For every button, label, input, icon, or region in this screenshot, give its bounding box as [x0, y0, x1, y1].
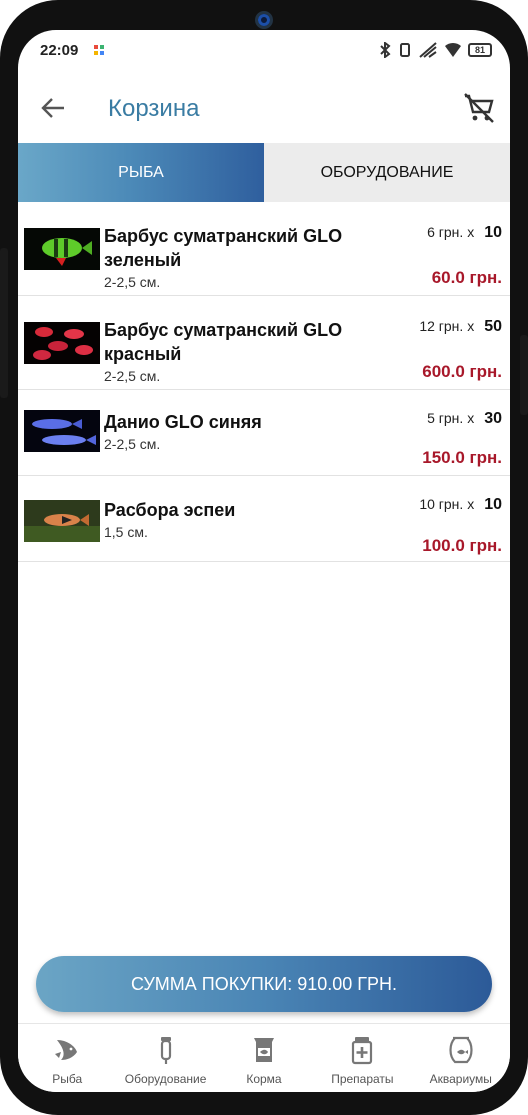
food-icon — [253, 1038, 274, 1062]
item-quantity[interactable]: 10 — [484, 224, 502, 242]
item-quantity[interactable]: 50 — [484, 318, 502, 336]
item-size: 2-2,5 см. — [104, 436, 161, 452]
category-tabs: РЫБА ОБОРУДОВАНИЕ — [18, 143, 510, 202]
equipment-icon — [160, 1037, 171, 1064]
app-bar: Корзина — [18, 75, 510, 143]
status-time: 22:09 — [40, 42, 79, 59]
phone-side-button — [0, 248, 8, 398]
item-total: 100.0 грн. — [422, 536, 502, 555]
nav-label: Аквариумы — [429, 1072, 492, 1086]
fish-thumbnail — [24, 228, 100, 270]
wifi-icon — [445, 42, 461, 57]
bluetooth-icon — [380, 42, 391, 58]
cart-item[interactable]: Барбус суматранский GLO зеленый 2-2,5 см… — [18, 202, 510, 296]
nav-item-equipment[interactable]: Оборудование — [116, 1024, 214, 1092]
vibrate-icon — [400, 43, 410, 57]
purchase-total-button[interactable]: СУММА ПОКУПКИ: 910.00 ГРН. — [36, 956, 492, 1012]
nav-label: Оборудование — [124, 1072, 207, 1086]
item-size: 1,5 см. — [104, 524, 148, 540]
fish-thumbnail — [24, 322, 100, 364]
app-notification-icon — [94, 45, 104, 55]
tab-fish[interactable]: РЫБА — [18, 143, 264, 202]
status-bar: 22:09 81 — [18, 30, 510, 70]
item-quantity[interactable]: 30 — [484, 410, 502, 428]
item-total: 150.0 грн. — [422, 448, 502, 467]
back-arrow-icon[interactable] — [38, 93, 68, 123]
item-size: 2-2,5 см. — [104, 274, 161, 290]
nav-item-aquariums[interactable]: Аквариумы — [412, 1024, 510, 1092]
phone-frame: 22:09 81 Корзина РЫБА ОБОРУДОВАНИЕ Барбу… — [0, 0, 528, 1115]
fish-thumbnail — [24, 410, 100, 452]
phone-side-button — [520, 335, 528, 415]
item-name: Барбус суматранский GLO красный — [104, 320, 343, 364]
signal-icon — [419, 42, 437, 58]
item-quantity[interactable]: 10 — [484, 496, 502, 514]
item-name: Барбус суматранский GLO зеленый — [104, 226, 343, 270]
cart-list: Барбус суматранский GLO зеленый 2-2,5 см… — [18, 202, 510, 562]
status-icons: 81 — [378, 41, 492, 59]
item-total: 60.0 грн. — [431, 268, 502, 287]
nav-item-food[interactable]: Корма — [215, 1024, 313, 1092]
clear-cart-icon[interactable] — [462, 91, 496, 125]
page-title: Корзина — [108, 95, 200, 122]
cart-item[interactable]: Барбус суматранский GLO красный 2-2,5 см… — [18, 296, 510, 390]
nav-label: Препараты — [331, 1072, 394, 1086]
item-quantity-line: 6 грн. x 10 — [427, 224, 502, 242]
battery-icon: 81 — [468, 43, 492, 57]
item-size: 2-2,5 см. — [104, 368, 161, 384]
item-name: Данио GLO синяя — [104, 412, 262, 432]
item-quantity-line: 10 грн. x 10 — [419, 496, 502, 514]
bottom-navigation: Рыба Оборудование Корма Препараты Аквари… — [18, 1023, 510, 1092]
item-unit-price: 10 грн. x — [419, 496, 475, 512]
nav-item-fish[interactable]: Рыба — [18, 1024, 116, 1092]
item-unit-price: 12 грн. x — [419, 318, 475, 334]
item-quantity-line: 5 грн. x 30 — [427, 410, 502, 428]
item-unit-price: 5 грн. x — [427, 410, 475, 426]
medicine-icon — [352, 1037, 373, 1065]
nav-label: Рыба — [52, 1072, 83, 1086]
cart-item[interactable]: Расбора эспеи 1,5 см. 10 грн. x 10 100.0… — [18, 476, 510, 562]
nav-label: Корма — [246, 1072, 282, 1086]
item-unit-price: 6 грн. x — [427, 224, 475, 240]
screen: 22:09 81 Корзина РЫБА ОБОРУДОВАНИЕ Барбу… — [18, 30, 510, 1092]
front-camera — [255, 11, 273, 29]
tab-equipment[interactable]: ОБОРУДОВАНИЕ — [264, 143, 510, 202]
item-total: 600.0 грн. — [422, 362, 502, 381]
item-name: Расбора эспеи — [104, 500, 236, 520]
nav-item-medicine[interactable]: Препараты — [313, 1024, 411, 1092]
cart-item[interactable]: Данио GLO синяя 2-2,5 см. 5 грн. x 30 15… — [18, 390, 510, 476]
item-quantity-line: 12 грн. x 50 — [419, 318, 502, 336]
fish-thumbnail — [24, 500, 100, 542]
aquarium-icon — [449, 1036, 473, 1064]
fish-icon — [55, 1040, 78, 1060]
